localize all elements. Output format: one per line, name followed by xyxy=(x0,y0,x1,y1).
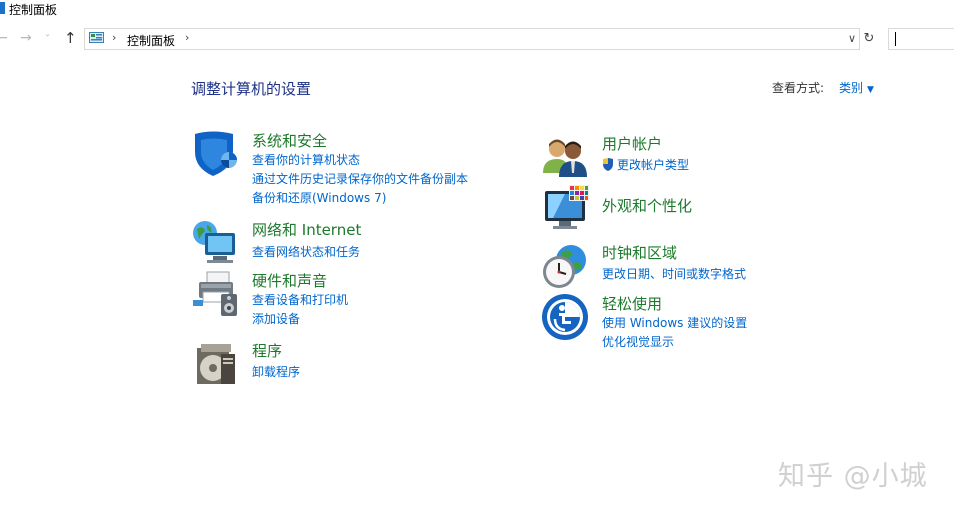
category-network-internet: 网络和 Internet 查看网络状态和任务 xyxy=(191,219,491,264)
appearance-personalization-title[interactable]: 外观和个性化 xyxy=(602,195,692,216)
control-panel-icon xyxy=(0,2,5,14)
file-history-backup-link[interactable]: 通过文件历史记录保存你的文件备份副本 xyxy=(252,170,468,187)
recent-locations-button[interactable]: ˅ xyxy=(45,32,50,48)
page-title: 调整计算机的设置 xyxy=(191,80,312,98)
category-system-security: 系统和安全 查看你的计算机状态 通过文件历史记录保存你的文件备份副本 备份和还原… xyxy=(191,130,491,210)
ease-of-access-icon[interactable] xyxy=(541,293,589,341)
view-computer-status-link[interactable]: 查看你的计算机状态 xyxy=(252,151,360,168)
printer-speaker-icon[interactable] xyxy=(191,270,239,318)
breadcrumb-control-panel[interactable]: 控制面板 xyxy=(127,32,175,49)
add-device-link[interactable]: 添加设备 xyxy=(252,310,300,327)
category-programs: 程序 卸载程序 xyxy=(191,340,491,385)
clock-region-title[interactable]: 时钟和区域 xyxy=(602,242,677,263)
category-appearance-personalization: 外观和个性化 xyxy=(541,185,841,233)
category-ease-of-access: 轻松使用 使用 Windows 建议的设置 优化视觉显示 xyxy=(541,293,841,353)
uninstall-program-link[interactable]: 卸载程序 xyxy=(252,363,300,380)
refresh-button[interactable]: ↻ xyxy=(860,28,878,50)
security-shield-icon[interactable] xyxy=(191,130,239,178)
change-account-type-label: 更改帐户类型 xyxy=(617,158,690,172)
window-title: 控制面板 xyxy=(9,3,58,17)
breadcrumb-separator[interactable]: › xyxy=(185,31,189,44)
category-hardware-sound: 硬件和声音 查看设备和打印机 添加设备 xyxy=(191,270,491,330)
programs-disc-icon[interactable] xyxy=(191,340,239,388)
category-clock-region: 时钟和区域 更改日期、时间或数字格式 xyxy=(541,242,841,290)
breadcrumb-separator[interactable]: › xyxy=(112,31,116,44)
category-user-accounts: 用户帐户 更改帐户类型 xyxy=(541,133,841,178)
network-internet-title[interactable]: 网络和 Internet xyxy=(252,219,361,240)
up-button[interactable]: ↑ xyxy=(64,30,77,46)
ease-of-access-title[interactable]: 轻松使用 xyxy=(602,293,662,314)
view-devices-printers-link[interactable]: 查看设备和打印机 xyxy=(252,291,348,308)
view-by-value: 类别 xyxy=(839,81,864,95)
dropdown-arrow-icon: ▼ xyxy=(867,85,874,95)
view-by-dropdown[interactable]: 类别 ▼ xyxy=(839,79,874,96)
network-globe-icon[interactable] xyxy=(191,219,239,267)
programs-title[interactable]: 程序 xyxy=(252,340,282,361)
watermark: 知乎 @小城 xyxy=(778,461,928,492)
hardware-sound-title[interactable]: 硬件和声音 xyxy=(252,270,327,291)
view-by-label: 查看方式: xyxy=(772,81,825,95)
backup-restore-link[interactable]: 备份和还原(Windows 7) xyxy=(252,189,386,206)
control-panel-location-icon xyxy=(89,32,104,43)
users-icon[interactable] xyxy=(541,133,589,181)
address-bar[interactable]: › 控制面板 › ∨ xyxy=(84,28,860,50)
search-input[interactable] xyxy=(888,28,954,50)
text-caret xyxy=(895,32,896,46)
user-accounts-title[interactable]: 用户帐户 xyxy=(602,133,662,154)
optimize-visual-display-link[interactable]: 优化视觉显示 xyxy=(602,333,674,350)
change-date-time-format-link[interactable]: 更改日期、时间或数字格式 xyxy=(602,265,746,282)
use-recommended-settings-link[interactable]: 使用 Windows 建议的设置 xyxy=(602,314,747,331)
system-security-title[interactable]: 系统和安全 xyxy=(252,130,327,151)
change-account-type-link[interactable]: 更改帐户类型 xyxy=(602,156,689,173)
clock-globe-icon[interactable] xyxy=(541,242,589,290)
title-bar: 控制面板 xyxy=(0,0,954,18)
address-dropdown-button[interactable]: ∨ xyxy=(848,32,856,45)
forward-button[interactable]: → xyxy=(20,30,32,46)
uac-shield-icon xyxy=(603,158,613,171)
back-button[interactable]: ← xyxy=(0,30,8,46)
monitor-palette-icon[interactable] xyxy=(541,185,589,233)
view-network-status-link[interactable]: 查看网络状态和任务 xyxy=(252,243,360,260)
